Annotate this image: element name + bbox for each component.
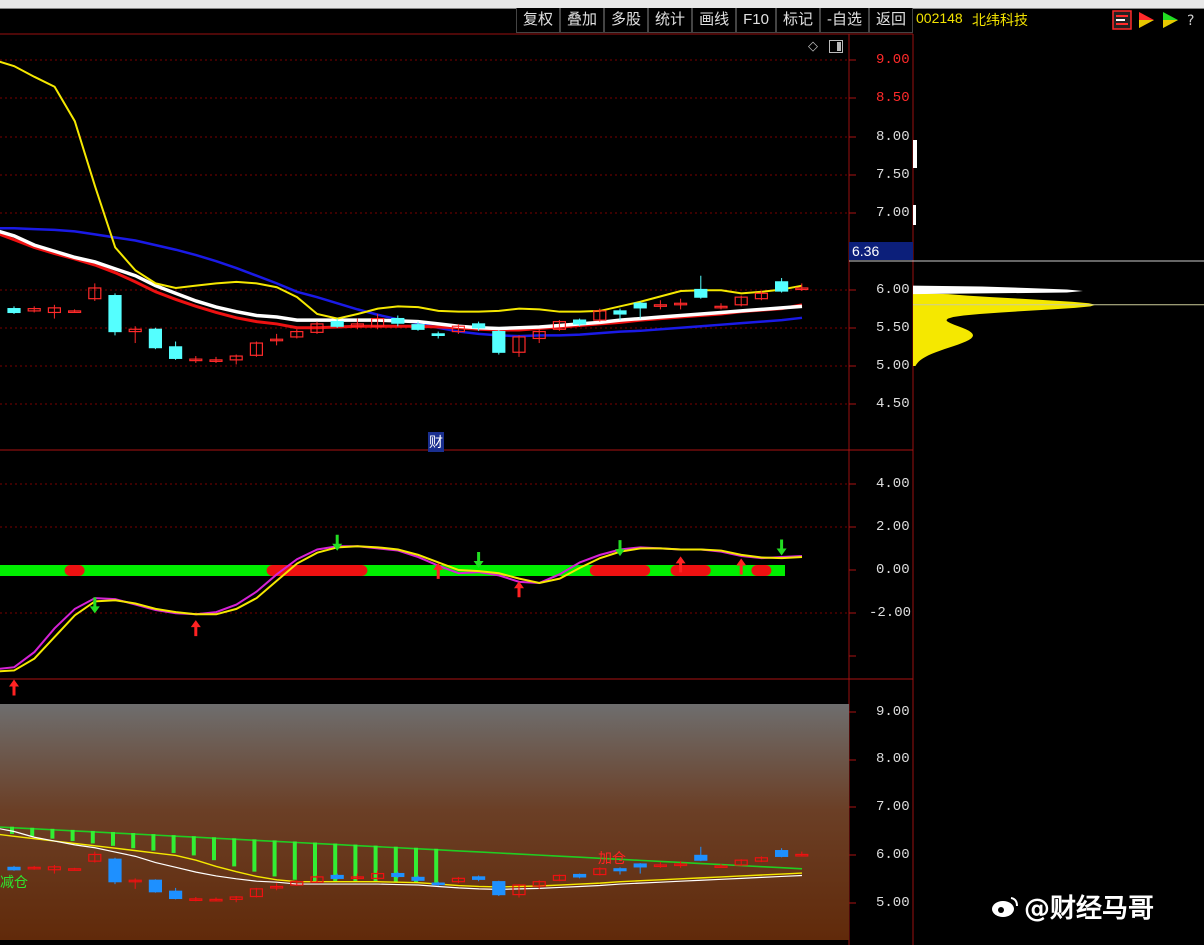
candle-body (613, 310, 627, 315)
y-tick-label: 8.00 (876, 129, 910, 145)
volume-profile (913, 140, 1204, 366)
lower-tick-label: 6.00 (876, 847, 910, 863)
lower-tick-label: 7.00 (876, 799, 910, 815)
candle-body (774, 850, 789, 857)
y-tick-label: 7.50 (876, 167, 910, 183)
lower-band-bar (434, 848, 439, 883)
lower-band-bar (70, 829, 75, 842)
candle-body (613, 868, 627, 872)
volume-profile-bars (913, 285, 1083, 295)
finance-marker[interactable]: 财 (428, 432, 444, 452)
volume-profile-bars (913, 205, 916, 225)
reduce-position-signal: 减仓 (0, 874, 28, 890)
zero-band (0, 565, 785, 576)
lower-band-bar (111, 831, 115, 846)
osc-tick-label: 0.00 (876, 562, 910, 578)
candle-body (694, 854, 708, 861)
candle-body (169, 346, 183, 359)
candle-body (411, 324, 425, 330)
candle-body (411, 876, 425, 881)
zero-band-signal (751, 565, 772, 576)
lower-panel-background (0, 704, 849, 940)
osc-tick-label: 2.00 (876, 519, 910, 535)
diamond-icon[interactable]: ◇ (808, 38, 818, 54)
lower-band-bar (292, 841, 297, 880)
lower-tick-label: 8.00 (876, 751, 910, 767)
y-tick-label: 6.00 (876, 282, 910, 298)
osc-tick-label: -2.00 (869, 605, 912, 621)
lower-band-bar (50, 828, 55, 839)
lower-band-bar (353, 844, 358, 882)
candle-body (431, 333, 445, 336)
candle-body (330, 874, 344, 879)
lower-band-bar (30, 827, 35, 837)
y-tick-label: 9.00 (876, 52, 910, 68)
moving-average-lines (0, 60, 803, 338)
lower-band-bar (212, 837, 216, 861)
osc-tick-label: 4.00 (876, 476, 910, 492)
candle-body (391, 872, 405, 878)
lower-band-bar (151, 834, 156, 851)
lower-band-bar (90, 830, 95, 844)
candle-body (492, 881, 506, 896)
candle-body (330, 321, 344, 327)
chart-canvas[interactable] (0, 0, 1204, 945)
add-position-signal: 加仓 (598, 850, 626, 866)
y-tick-label: 4.50 (876, 396, 910, 412)
y-tick-label: 8.50 (876, 90, 910, 106)
lower-band-bar (272, 840, 277, 877)
candle-body (108, 295, 122, 333)
panel-toggle-icon[interactable] (829, 40, 843, 53)
down-arrow-icon (776, 539, 787, 556)
candle-body (148, 879, 162, 893)
candle-body (431, 882, 445, 886)
candle-body (391, 317, 405, 324)
candle-body (633, 302, 647, 309)
lower-band-bar (171, 835, 176, 854)
y-tick-label: 5.50 (876, 320, 910, 336)
lower-tick-label: 5.00 (876, 895, 910, 911)
lower-tick-label: 9.00 (876, 704, 910, 720)
candle-body (774, 281, 789, 292)
candle-body (108, 858, 122, 883)
ma-line-yellow (0, 60, 803, 320)
lower-band-bar (232, 838, 237, 867)
oscillator-panel (0, 534, 803, 696)
y-tick-label: 7.00 (876, 205, 910, 221)
weibo-logo-icon (992, 896, 1018, 917)
zero-band-signal (670, 565, 711, 576)
up-arrow-icon (514, 581, 524, 598)
candle-body (148, 328, 162, 349)
watermark-text: @财经马哥 (1024, 894, 1155, 924)
watermark: @财经马哥 (990, 888, 1154, 925)
candle-body (472, 876, 486, 880)
candle-body (492, 330, 506, 353)
candle-body (572, 873, 587, 878)
volume-profile-bars (913, 293, 1096, 366)
candle-body (169, 890, 183, 900)
zero-band-signal (589, 565, 651, 576)
y-tick-label: 5.00 (876, 358, 910, 374)
candle-body (633, 863, 647, 868)
up-arrow-icon (9, 679, 19, 696)
volume-profile-bars (913, 140, 917, 168)
lower-band-bar (373, 845, 378, 882)
candle-body (7, 866, 21, 871)
lower-band-bar (252, 839, 257, 872)
lower-band-bar (131, 833, 136, 849)
candle-body (572, 319, 587, 325)
candle-body (694, 288, 708, 298)
lower-band-bar (313, 842, 317, 882)
zero-band-signal (64, 565, 85, 576)
candle-body (472, 323, 486, 329)
candle-body (7, 308, 21, 314)
lower-band-bar (191, 836, 196, 856)
up-arrow-icon (190, 620, 201, 637)
current-price-tag: 6.36 (849, 242, 913, 260)
